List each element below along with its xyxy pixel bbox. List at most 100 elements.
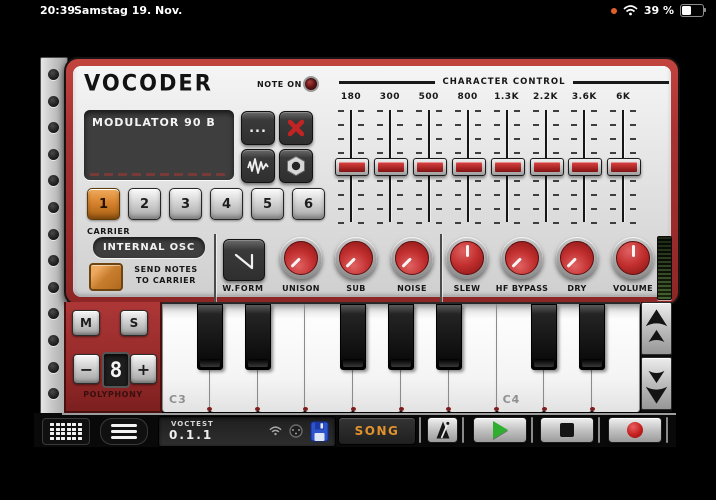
knob-noise[interactable]: NOISE xyxy=(384,233,440,293)
slider-tick xyxy=(474,208,481,210)
wform-button[interactable] xyxy=(223,239,265,281)
preset-button-3[interactable]: 3 xyxy=(169,188,202,220)
pads-view-button[interactable] xyxy=(42,418,90,445)
band-slider-handle[interactable] xyxy=(451,158,486,176)
mute-button[interactable]: M xyxy=(72,310,100,336)
preset-button-1[interactable]: 1 xyxy=(87,188,120,220)
band-label: 3.6K xyxy=(571,92,597,102)
key-dot-icon xyxy=(398,407,404,411)
black-key[interactable] xyxy=(531,304,558,370)
play-button[interactable] xyxy=(473,417,527,443)
knob-dial[interactable] xyxy=(612,237,654,279)
send-notes-toggle[interactable] xyxy=(89,263,123,291)
knob-unison[interactable]: UNISON xyxy=(273,233,329,293)
metronome-button[interactable] xyxy=(427,417,458,443)
close-button[interactable] xyxy=(279,111,313,145)
black-key[interactable] xyxy=(340,304,367,370)
slider-tick xyxy=(532,152,539,154)
solo-button[interactable]: S xyxy=(120,310,148,336)
slider-tick xyxy=(454,208,461,210)
slider-tick xyxy=(591,124,598,126)
slider-tick xyxy=(396,194,403,196)
band-label: 180 xyxy=(340,92,362,102)
knob-dry[interactable]: DRY xyxy=(549,233,605,293)
save-floppy-icon[interactable] xyxy=(310,420,329,442)
stop-button[interactable] xyxy=(540,417,594,443)
knob-slew[interactable]: SLEW xyxy=(439,237,495,293)
black-key[interactable] xyxy=(435,304,462,370)
slider-tick xyxy=(552,180,559,182)
band-slider-track xyxy=(409,110,449,224)
band-slider-handle[interactable] xyxy=(373,158,408,176)
band-slider-handle[interactable] xyxy=(335,158,369,176)
recording-dot-icon xyxy=(610,7,617,14)
slider-tick xyxy=(493,180,500,182)
slider-tick xyxy=(552,208,559,210)
slider-tick xyxy=(610,124,617,126)
slider-tick xyxy=(474,138,481,140)
octave-down-button[interactable] xyxy=(641,357,672,410)
preset-button-6[interactable]: 6 xyxy=(292,188,325,220)
band-slider-handle[interactable] xyxy=(412,158,447,176)
slider-tick xyxy=(591,110,598,112)
polyphony-minus-button[interactable]: − xyxy=(73,354,100,384)
polyphony-plus-button[interactable]: + xyxy=(130,354,157,384)
knob-dial[interactable] xyxy=(276,233,326,283)
slider-tick xyxy=(630,152,637,154)
record-icon xyxy=(627,422,643,438)
slider-tick xyxy=(532,208,539,210)
slider-tick xyxy=(415,110,422,112)
knob-dial[interactable] xyxy=(331,233,381,283)
slider-tick xyxy=(454,110,461,112)
hex-nut-button[interactable] xyxy=(279,149,313,183)
knob-dial[interactable] xyxy=(446,237,488,279)
slider-tick xyxy=(338,194,344,196)
knob-dial[interactable] xyxy=(387,233,437,283)
slider-tick xyxy=(358,138,364,140)
knob-sub[interactable]: SUB xyxy=(328,233,384,293)
slider-tick xyxy=(532,110,539,112)
black-key[interactable] xyxy=(388,304,414,370)
preset-button-5[interactable]: 5 xyxy=(251,188,284,220)
key-dot-icon xyxy=(589,407,595,411)
knob-pointer xyxy=(465,245,469,257)
black-key[interactable] xyxy=(244,304,271,370)
black-key[interactable] xyxy=(579,304,606,370)
carrier-source-button[interactable]: INTERNAL OSC xyxy=(93,237,205,258)
knob-dial[interactable] xyxy=(552,233,602,283)
patch-version: 0.1.1 xyxy=(169,428,214,442)
preset-menu-button[interactable]: ... xyxy=(241,111,275,145)
knob-label: DRY xyxy=(567,284,587,293)
knob-volume[interactable]: VOLUME xyxy=(605,237,661,293)
battery-percent: 39 % xyxy=(643,4,674,17)
waveform-button[interactable] xyxy=(241,149,275,183)
preset-display[interactable]: MODULATOR 90 B xyxy=(84,110,234,180)
slider-tick xyxy=(358,124,364,126)
band-slider-handle[interactable] xyxy=(529,158,564,176)
black-key[interactable] xyxy=(196,304,223,370)
rail-hole-icon xyxy=(48,281,59,293)
slider-tick xyxy=(591,152,598,154)
slider-tick xyxy=(396,110,403,112)
band-slider-handle[interactable] xyxy=(568,158,603,176)
song-button[interactable]: SONG xyxy=(338,417,416,445)
preset-button-2[interactable]: 2 xyxy=(128,188,161,220)
main-menu-button[interactable] xyxy=(100,418,148,445)
slider-tick xyxy=(493,194,500,196)
record-button[interactable] xyxy=(608,417,662,443)
midi-din-icon xyxy=(289,424,303,438)
octave-up-button[interactable] xyxy=(641,302,672,355)
pad-grid-icon xyxy=(50,423,82,440)
knob-hf-bypass[interactable]: HF BYPASS xyxy=(494,233,550,293)
knob-label: HF BYPASS xyxy=(495,284,549,293)
slider-tick xyxy=(610,194,617,196)
slider-tick xyxy=(571,124,578,126)
slider-tick xyxy=(358,222,364,224)
key-label: C3 xyxy=(169,393,187,406)
preset-button-4[interactable]: 4 xyxy=(210,188,243,220)
slider-tick xyxy=(454,180,461,182)
band-slider-handle[interactable] xyxy=(607,158,642,176)
band-slider-handle[interactable] xyxy=(490,158,525,176)
knob-dial[interactable] xyxy=(497,233,547,283)
wform-label: W.FORM xyxy=(222,284,264,293)
